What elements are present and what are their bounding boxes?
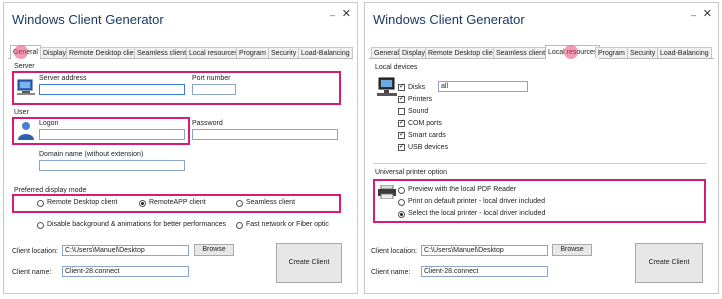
close-icon[interactable]: ✕ (703, 7, 712, 20)
computer-icon (17, 79, 35, 95)
tab-seamless-client[interactable]: Seamless client (493, 47, 549, 58)
password-input[interactable] (192, 129, 338, 140)
radio-disable-background[interactable] (37, 222, 44, 229)
radio-remoteapp-client-label: RemoteAPP client (149, 199, 206, 206)
section-universal-printer: Universal printer option (375, 169, 447, 176)
tab-remote-desktop-client[interactable]: Remote Desktop client (425, 47, 502, 58)
radio-remoteapp-client[interactable] (139, 200, 146, 207)
tab-display[interactable]: Display (399, 47, 428, 58)
radio-remote-desktop-client[interactable] (37, 200, 44, 207)
port-number-label: Port number (192, 75, 231, 82)
tab-program[interactable]: Program (595, 47, 628, 58)
client-name-label: Client name: (371, 269, 411, 276)
window-title: Windows Client Generator (12, 12, 164, 27)
tab-general[interactable]: General (371, 47, 402, 58)
radio-preview-pdf[interactable] (398, 187, 405, 194)
radio-select-local-printer[interactable] (398, 211, 405, 218)
tab-bar: General Display Remote Desktop client Se… (369, 45, 714, 59)
domain-input[interactable] (39, 160, 185, 171)
printer-icon (378, 185, 396, 199)
client-location-input[interactable]: C:\Users\Manuel\Desktop (421, 245, 548, 256)
click-marker (564, 45, 578, 59)
fast-network-label: Fast network or Fiber optic (246, 221, 329, 228)
tab-security[interactable]: Security (268, 47, 300, 58)
click-marker (14, 45, 28, 59)
logon-input[interactable] (39, 129, 185, 140)
radio-default-printer[interactable] (398, 199, 405, 206)
tab-seamless-client[interactable]: Seamless client (134, 47, 190, 58)
client-location-label: Client location: (12, 248, 58, 255)
minimize-icon[interactable]: _ (330, 6, 335, 16)
disks-label: Disks (408, 84, 426, 91)
monitor-speaker-icon (377, 77, 397, 96)
domain-label: Domain name (without extension) (39, 151, 144, 158)
generator-window-general: Windows Client Generator _ ✕ General Dis… (3, 2, 358, 294)
checkbox-com-ports[interactable] (398, 118, 405, 127)
browse-button[interactable]: Browse (194, 244, 234, 256)
tab-load-balancing[interactable]: Load-Balancing (657, 47, 712, 58)
tab-local-resources[interactable]: Local resources (186, 47, 242, 58)
client-location-input[interactable]: C:\Users\Manuel\Desktop (62, 245, 189, 256)
section-display-mode: Preferred display mode (14, 187, 87, 194)
checkbox-disks[interactable] (398, 82, 405, 91)
password-label: Password (192, 120, 223, 127)
checkbox-usb-devices[interactable] (398, 142, 405, 151)
disks-input[interactable]: all (438, 81, 528, 92)
window-title: Windows Client Generator (373, 12, 525, 27)
tab-security[interactable]: Security (627, 47, 659, 58)
radio-seamless-client-label: Seamless client (246, 199, 296, 206)
minimize-icon[interactable]: _ (691, 6, 696, 16)
radio-remote-desktop-client-label: Remote Desktop client (47, 199, 118, 206)
tab-remote-desktop-client[interactable]: Remote Desktop client (66, 47, 143, 58)
smart-cards-label: Smart cards (408, 132, 446, 139)
logon-label: Logon (39, 120, 59, 127)
checkbox-sound[interactable] (398, 108, 405, 115)
port-number-input[interactable] (192, 84, 236, 95)
com-ports-label: COM ports (408, 120, 442, 127)
server-address-input[interactable] (39, 84, 185, 95)
client-location-label: Client location: (371, 248, 417, 255)
select-local-printer-label: Select the local printer - local driver … (408, 210, 546, 217)
generator-window-local-resources: Windows Client Generator _ ✕ General Dis… (364, 2, 719, 294)
divider (373, 163, 706, 164)
default-printer-label: Print on default printer - local driver … (408, 198, 545, 205)
tab-bar: General Display Remote Desktop client Se… (8, 45, 353, 59)
radio-fast-network[interactable] (236, 222, 243, 229)
preview-pdf-label: Preview with the local PDF Reader (408, 186, 517, 193)
usb-devices-label: USB devices (408, 144, 449, 151)
disable-background-label: Disable background & animations for bett… (47, 221, 226, 228)
checkbox-printers[interactable] (398, 94, 405, 103)
tab-display[interactable]: Display (40, 47, 69, 58)
checkbox-smart-cards[interactable] (398, 130, 405, 139)
client-name-input[interactable]: Client-28.connect (62, 266, 189, 277)
client-name-input[interactable]: Client-28.connect (421, 266, 548, 277)
sound-label: Sound (408, 108, 429, 115)
section-user: User (14, 109, 29, 116)
section-server: Server (14, 63, 35, 70)
create-client-button[interactable]: Create Client (276, 243, 342, 283)
radio-seamless-client[interactable] (236, 200, 243, 207)
client-name-label: Client name: (12, 269, 52, 276)
create-client-button[interactable]: Create Client (635, 243, 703, 283)
tab-load-balancing[interactable]: Load-Balancing (298, 47, 353, 58)
printers-label: Printers (408, 96, 433, 103)
close-icon[interactable]: ✕ (342, 7, 351, 20)
tab-program[interactable]: Program (236, 47, 269, 58)
section-local-devices: Local devices (375, 64, 418, 71)
server-address-label: Server address (39, 75, 87, 82)
user-icon (18, 122, 34, 140)
browse-button[interactable]: Browse (552, 244, 592, 256)
